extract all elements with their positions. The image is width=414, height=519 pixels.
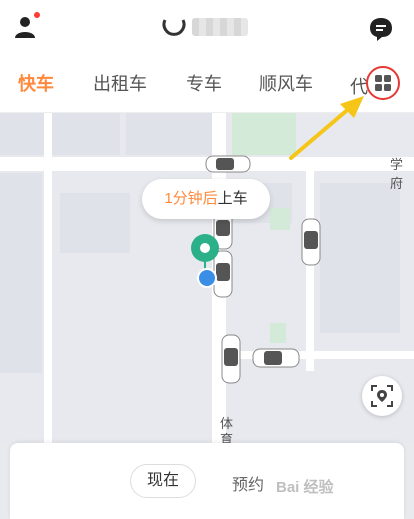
now-button[interactable]: 现在 xyxy=(130,464,196,498)
watermark: Bai 经验 xyxy=(276,479,334,496)
booking-panel: 现在 预约 xyxy=(10,443,404,519)
reserve-button[interactable]: 预约 xyxy=(232,471,264,495)
annotation-arrow xyxy=(289,96,364,160)
